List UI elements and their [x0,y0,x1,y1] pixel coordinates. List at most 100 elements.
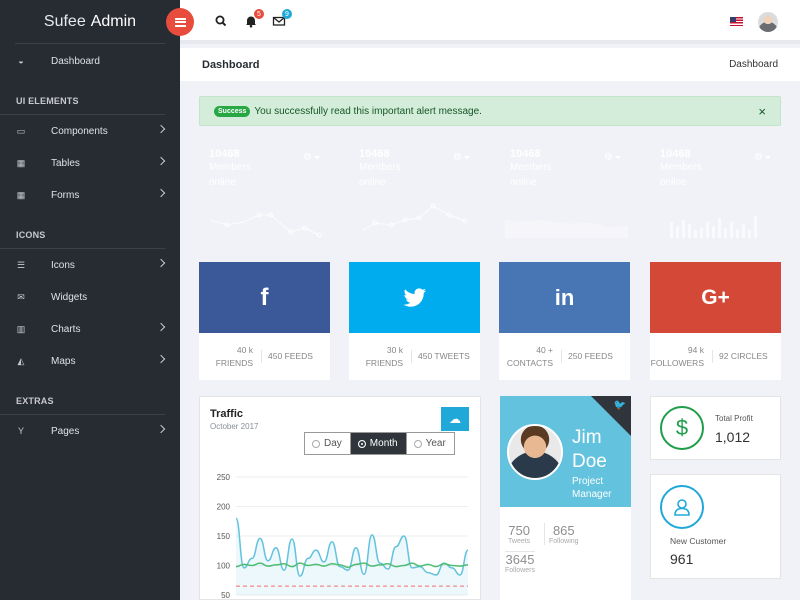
facebook-icon[interactable]: f [199,262,330,333]
sidebar-item-label: Widgets [51,291,88,303]
gear-dropdown-icon[interactable]: ⚙ [453,152,470,163]
y-tick-label: 150 [217,532,231,541]
sidebar-item-label: Forms [51,189,80,201]
y-tick-label: 50 [221,591,230,600]
period-label: Day [324,438,342,449]
breadcrumb[interactable]: Dashboard [729,59,778,70]
sidebar-item-components[interactable]: ▭ Components [0,115,180,147]
brand-logo[interactable]: Sufee Admin [15,0,165,44]
y-tick-label: 100 [217,562,231,571]
user-avatar[interactable] [758,12,778,32]
sidebar-section-icons: ICONS [0,211,165,249]
area-sparkline-chart [505,220,628,238]
gear-dropdown-icon[interactable]: ⚙ [303,152,320,163]
notifications-button[interactable]: 5 [244,9,264,28]
traffic-subtitle: October 2017 [210,422,259,431]
linkedin-icon[interactable]: in [499,262,630,333]
period-label: Year [425,438,446,449]
bar-sparkline-chart [670,216,757,238]
sidebar-item-pages[interactable]: Y Pages [0,415,180,447]
stat-card: 10468 Members online ⚙ [199,137,330,246]
social-stat: 92 CIRCLES [712,350,781,363]
sidebar-item-tables[interactable]: ▦ Tables [0,147,180,179]
social-card-twitter: 30 k FRIENDS 450 TWEETS [349,262,480,380]
social-card-linkedin: in 40 + CONTACTS 250 FEEDS [499,262,630,380]
dollar-icon: $ [660,406,704,450]
success-alert: Success You successfully read this impor… [199,96,781,126]
y-tick-label: 250 [217,473,231,482]
sidebar-item-label: Icons [51,259,75,271]
social-stat: 30 k FRIENDS [365,344,403,368]
profit-value: 1,012 [715,429,751,445]
total-profit-card: $ Total Profit 1,012 [650,396,781,460]
period-option-day[interactable]: Day [305,433,350,454]
social-stat: 40 + CONTACTS [506,344,553,368]
sidebar-item-forms[interactable]: ▦ Forms [0,179,180,211]
notification-count-badge: 5 [254,9,264,19]
menu-toggle-button[interactable] [166,8,194,36]
glass-icon: Y [17,426,24,436]
social-stat: 450 FEEDS [261,350,330,363]
twitter-icon[interactable] [349,262,480,333]
language-flag-icon[interactable] [730,17,743,26]
y-tick-label: 200 [217,503,231,512]
stat-card: 10468 Members online ⚙ [500,137,631,246]
stat-label: online [359,177,386,188]
chevron-right-icon [156,322,166,332]
traffic-line-chart: 250 200 150 100 50 [217,473,469,600]
sidebar-item-dashboard[interactable]: ◒ Dashboard [0,45,180,77]
period-label: Month [369,438,398,449]
profile-stat-followers: 3645 Followers [505,551,535,574]
profit-label: Total Profit [715,414,753,423]
chevron-right-icon [156,188,166,198]
dashboard-icon: ◒ [18,56,24,66]
sidebar-item-charts[interactable]: ▥ Charts [0,313,180,345]
period-selector: Day Month Year [304,432,455,455]
close-icon[interactable]: × [758,104,766,119]
social-card-google-plus: G+ 94 k FOLLOWERS 92 CIRCLES [650,262,781,380]
cloud-download-button[interactable]: ☁ [441,407,469,431]
social-card-facebook: f 40 k FRIENDS 450 FEEDS [199,262,330,380]
stat-label: online [510,177,537,188]
laptop-icon: ▭ [16,125,26,136]
radio-icon [413,439,422,448]
chevron-right-icon [156,124,166,134]
area-chart-icon: ◭ [17,355,25,366]
stat-label: online [660,177,687,188]
sidebar-item-label: Components [51,125,108,137]
gear-dropdown-icon[interactable]: ⚙ [754,152,771,163]
sidebar-item-widgets[interactable]: ✉ Widgets [0,281,180,313]
sidebar-item-icons[interactable]: ☰ Icons [0,249,180,281]
google-plus-icon[interactable]: G+ [650,262,781,333]
sparkline-chart [361,203,468,232]
profile-stat-tweets: 750 Tweets [508,523,531,545]
customer-value: 961 [670,551,694,567]
social-stat: 450 TWEETS [411,350,480,363]
sidebar: Sufee Admin ◒ Dashboard UI ELEMENTS ▭ Co… [0,0,180,600]
sidebar-item-label: Pages [51,425,80,437]
twitter-bird-icon [403,287,426,307]
customer-label: New Customer [670,536,727,546]
cloud-download-icon: ☁ [449,412,461,426]
sidebar-item-maps[interactable]: ◭ Maps [0,345,180,377]
brand-name: Admin [90,12,137,30]
radio-icon [357,439,366,448]
breadcrumb-bar: Dashboard Dashboard [180,48,800,81]
period-option-year[interactable]: Year [405,433,454,454]
chevron-right-icon [156,156,166,166]
sidebar-item-label: Tables [51,157,80,169]
chevron-right-icon [156,424,166,434]
stat-card: 10468 Members online ⚙ [349,137,480,246]
messages-button[interactable]: 9 [272,9,292,28]
chevron-right-icon [156,354,166,364]
user-icon [660,485,704,529]
period-option-month[interactable]: Month [349,433,406,454]
sidebar-item-label: Dashboard [51,55,100,67]
search-button[interactable] [214,14,228,28]
success-badge: Success [214,105,251,117]
stat-card: 10468 Members online ⚙ [650,137,781,246]
social-stat: 40 k FRIENDS [215,344,253,368]
social-stat: 250 FEEDS [561,350,630,363]
gear-dropdown-icon[interactable]: ⚙ [604,152,621,163]
twitter-icon: 🐦 [613,400,626,411]
